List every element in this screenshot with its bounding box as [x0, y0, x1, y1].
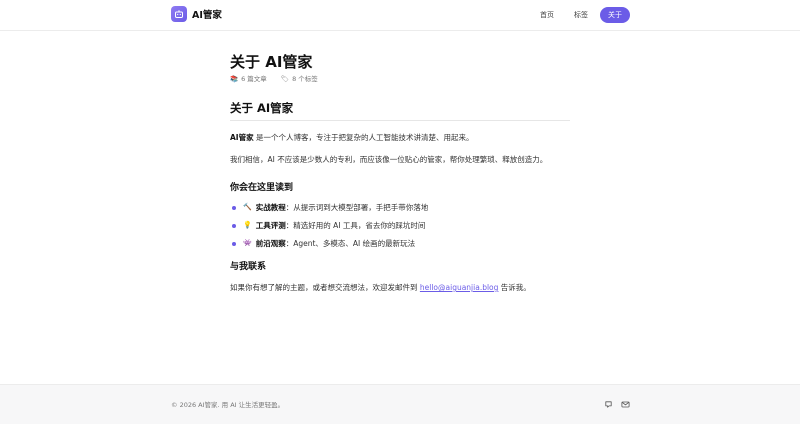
bullet-icon	[232, 241, 236, 246]
list-item-title: 实战教程	[255, 203, 286, 212]
intro-text: 是一个个人博客，专注于把复杂的人工智能技术讲清楚、用起来。	[253, 133, 474, 142]
brand-link[interactable]: AI管家	[171, 6, 222, 22]
copyright: © 2026 AI管家. 用 AI 让生活更轻盈。	[171, 401, 285, 409]
nav-home[interactable]: 首页	[532, 7, 562, 23]
site-header: AI管家 首页 标签 关于	[0, 0, 800, 31]
list-item: 🔨 实战教程 ：从提示词到大模型部署，手把手带你落地	[230, 202, 570, 213]
contact-heading: 与我联系	[230, 262, 267, 272]
posts-count: 📚 6 篇文章	[230, 75, 267, 84]
robot-icon	[171, 6, 187, 22]
books-icon: 📚	[230, 75, 239, 83]
list-item-text: ：从提示词到大模型部署，手把手带你落地	[285, 203, 429, 212]
tags-count-label: 8 个标签	[292, 75, 318, 83]
alien-icon: 👾	[243, 239, 252, 247]
contact-text: 如果你有想了解的主题，或者想交流想法，欢迎发邮件到	[230, 283, 420, 292]
contact-text-end: 告诉我。	[498, 283, 531, 292]
bullet-icon	[232, 205, 236, 210]
list-item-title: 工具评测	[255, 221, 286, 230]
mail-icon[interactable]	[621, 400, 630, 409]
article: 关于 AI管家 📚 6 篇文章 🏷 8 个标签 关于 AI管家 AI管家 是一个…	[230, 53, 570, 293]
site-footer: © 2026 AI管家. 用 AI 让生活更轻盈。	[0, 384, 800, 424]
topics-list: 🔨 实战教程 ：从提示词到大模型部署，手把手带你落地 💡 工具评测 ：精选好用的…	[230, 202, 570, 249]
bullet-icon	[232, 223, 236, 228]
footer-links	[604, 400, 630, 409]
hammer-icon: 🔨	[243, 203, 252, 211]
tag-icon: 🏷	[280, 75, 290, 83]
nav-about[interactable]: 关于	[600, 7, 630, 23]
tags-count: 🏷 8 个标签	[281, 75, 318, 84]
list-item: 💡 工具评测 ：精选好用的 AI 工具，省去你的踩坑时间	[230, 220, 570, 231]
github-icon[interactable]	[604, 400, 613, 409]
brand-name: AI管家	[192, 10, 222, 21]
nav-tags[interactable]: 标签	[566, 7, 596, 23]
list-item-text: ：Agent、多模态、AI 绘画的最新玩法	[285, 239, 416, 248]
list-item-title: 前沿观察	[255, 239, 286, 248]
posts-count-label: 6 篇文章	[241, 75, 267, 83]
belief-paragraph: 我们相信，AI 不应该是少数人的专利，而应该像一位贴心的管家，帮你处理繁琐、释放…	[230, 155, 548, 164]
list-item: 👾 前沿观察 ：Agent、多模态、AI 绘画的最新玩法	[230, 238, 570, 249]
lightbulb-icon: 💡	[243, 221, 252, 229]
read-heading: 你会在这里读到	[230, 183, 294, 193]
list-item-text: ：精选好用的 AI 工具，省去你的踩坑时间	[285, 221, 426, 230]
email-link[interactable]: hello@aiguanjia.blog	[420, 283, 499, 292]
contact-paragraph: 如果你有想了解的主题，或者想交流想法，欢迎发邮件到 hello@aiguanji…	[230, 282, 570, 293]
intro-strong: AI管家	[230, 133, 254, 142]
page-meta: 📚 6 篇文章 🏷 8 个标签	[230, 75, 570, 84]
main-nav: 首页 标签 关于	[532, 7, 630, 23]
intro-paragraph: AI管家 是一个个人博客，专注于把复杂的人工智能技术讲清楚、用起来。	[230, 132, 570, 143]
page-title: 关于 AI管家	[230, 53, 313, 71]
about-heading: 关于 AI管家	[230, 101, 570, 121]
